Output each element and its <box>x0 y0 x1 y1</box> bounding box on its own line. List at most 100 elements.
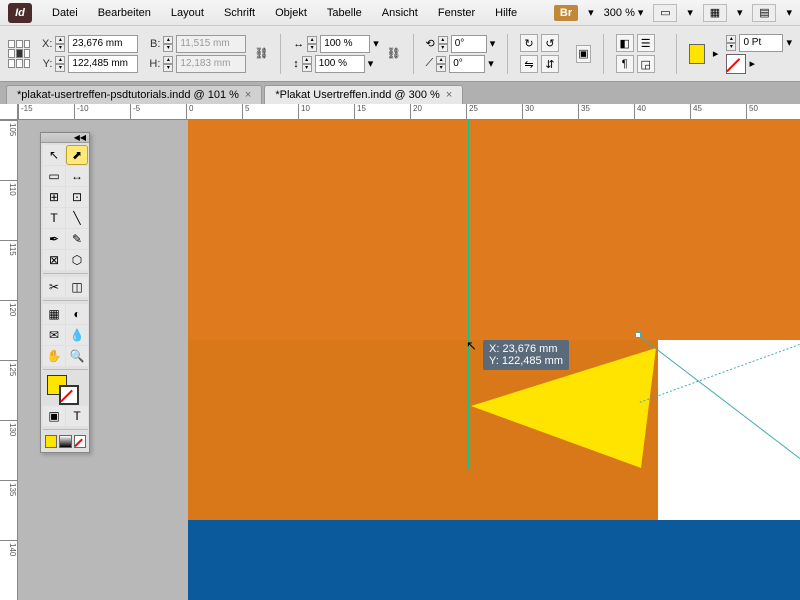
type-tool[interactable]: T <box>43 208 65 228</box>
chevron-down-icon[interactable]: ▾ <box>490 37 496 50</box>
content-collector-tool[interactable]: ⊞ <box>43 187 65 207</box>
gradient-feather-tool[interactable]: ◐ <box>66 304 88 324</box>
selection-handle[interactable] <box>635 332 641 338</box>
zoom-level-dropdown[interactable]: 300 % ▾ <box>604 6 644 19</box>
menu-view[interactable]: Ansicht <box>372 3 428 23</box>
chevron-down-icon[interactable]: ▾ <box>786 6 792 19</box>
gradient-swatch-tool[interactable]: ▦ <box>43 304 65 324</box>
document-tab[interactable]: *Plakat Usertreffen.indd @ 300 % × <box>264 85 463 104</box>
formatting-text-icon[interactable]: T <box>66 406 88 426</box>
line-tool[interactable]: ╲ <box>66 208 88 228</box>
chevron-right-icon[interactable]: ▸ <box>749 57 755 70</box>
tab-label: *plakat-usertreffen-psdtutorials.indd @ … <box>17 89 239 101</box>
horizontal-ruler[interactable]: -15-10-505101520253035404550 <box>18 104 800 120</box>
ruler-origin[interactable] <box>0 104 18 120</box>
flip-horizontal-icon[interactable]: ⇋ <box>520 55 538 73</box>
selection-tool[interactable]: ↖ <box>43 145 65 165</box>
height-input[interactable] <box>176 55 246 73</box>
gap-tool[interactable]: ↔ <box>66 166 88 186</box>
width-input[interactable] <box>176 35 246 53</box>
pathfinder-icon[interactable]: ◧ <box>616 34 634 52</box>
note-tool[interactable]: ✉ <box>43 325 65 345</box>
menu-window[interactable]: Fenster <box>428 3 485 23</box>
chevron-down-icon[interactable]: ▾ <box>588 6 594 19</box>
x-spinner[interactable]: ▴▾ <box>55 36 65 52</box>
height-spinner[interactable]: ▴▾ <box>163 56 173 72</box>
close-icon[interactable]: × <box>446 89 452 101</box>
ruler-tick: 25 <box>466 104 478 119</box>
orange-rectangle-top[interactable] <box>188 120 800 340</box>
zoom-tool[interactable]: 🔍 <box>66 346 88 366</box>
shear-angle-input[interactable] <box>449 55 485 73</box>
scissors-tool[interactable]: ✂ <box>43 277 65 297</box>
scale-x-spinner[interactable]: ▴▾ <box>307 36 317 52</box>
chevron-right-icon[interactable]: ▸ <box>713 47 719 60</box>
page-tool[interactable]: ▭ <box>43 166 65 186</box>
reference-point-proxy[interactable] <box>8 40 30 68</box>
scale-y-input[interactable] <box>315 55 365 73</box>
vertical-guide[interactable] <box>468 120 469 470</box>
rotate-spinner[interactable]: ▴▾ <box>438 36 448 52</box>
formatting-container-icon[interactable]: ▣ <box>43 406 65 426</box>
rotation-angle-input[interactable] <box>451 35 487 53</box>
menu-edit[interactable]: Bearbeiten <box>88 3 161 23</box>
pen-tool[interactable]: ✒ <box>43 229 65 249</box>
pencil-tool[interactable]: ✎ <box>66 229 88 249</box>
bridge-button[interactable]: Br <box>554 5 578 21</box>
screen-mode-button[interactable]: ▭ <box>653 4 677 22</box>
rotate-90-cw-icon[interactable]: ↻ <box>520 34 538 52</box>
fill-color-swatch[interactable] <box>689 44 705 64</box>
constrain-scale-icon[interactable]: ⛓ <box>387 47 401 60</box>
menu-help[interactable]: Hilfe <box>485 3 527 23</box>
scale-y-spinner[interactable]: ▴▾ <box>302 56 312 72</box>
constrain-proportions-icon[interactable]: ⛓ <box>254 47 268 60</box>
align-icon[interactable]: ☰ <box>637 34 655 52</box>
y-position-input[interactable] <box>68 55 138 73</box>
menu-table[interactable]: Tabelle <box>317 3 372 23</box>
chevron-down-icon[interactable]: ▾ <box>488 57 494 70</box>
y-spinner[interactable]: ▴▾ <box>55 56 65 72</box>
fill-stroke-proxy[interactable] <box>43 373 88 405</box>
menu-object[interactable]: Objekt <box>265 3 317 23</box>
rectangle-frame-tool[interactable]: ⊠ <box>43 250 65 270</box>
document-tab[interactable]: *plakat-usertreffen-psdtutorials.indd @ … <box>6 85 262 104</box>
stroke-weight-input[interactable] <box>739 34 783 52</box>
stroke-swatch[interactable] <box>59 385 79 405</box>
direct-selection-tool[interactable]: ⬈ <box>66 145 88 165</box>
shear-spinner[interactable]: ▴▾ <box>436 56 446 72</box>
width-spinner[interactable]: ▴▾ <box>163 36 173 52</box>
select-container-icon[interactable]: ▣ <box>576 45 591 63</box>
rotate-90-ccw-icon[interactable]: ↺ <box>541 34 559 52</box>
chevron-down-icon[interactable]: ▾ <box>687 6 693 19</box>
chevron-down-icon[interactable]: ▾ <box>737 6 743 19</box>
scale-x-input[interactable] <box>320 35 370 53</box>
workspace-button[interactable]: ▤ <box>752 4 776 22</box>
menu-layout[interactable]: Layout <box>161 3 214 23</box>
apply-gradient-icon[interactable] <box>59 435 71 448</box>
menu-type[interactable]: Schrift <box>214 3 265 23</box>
apply-color-icon[interactable] <box>45 435 57 448</box>
stroke-color-swatch[interactable] <box>726 54 746 74</box>
chevron-down-icon[interactable]: ▾ <box>368 57 374 70</box>
eyedropper-tool[interactable]: 💧 <box>66 325 88 345</box>
text-wrap-icon[interactable]: ¶ <box>616 55 634 73</box>
flip-vertical-icon[interactable]: ⇵ <box>541 55 559 73</box>
free-transform-tool[interactable]: ◫ <box>66 277 88 297</box>
hand-tool[interactable]: ✋ <box>43 346 65 366</box>
vertical-ruler[interactable]: 105110115120125130135140 <box>0 120 18 600</box>
arrange-button[interactable]: ▦ <box>703 4 727 22</box>
x-position-input[interactable] <box>68 35 138 53</box>
document-canvas[interactable]: ↖ X: 23,676 mm Y: 122,485 mm <box>18 120 800 600</box>
chevron-down-icon[interactable]: ▾ <box>373 37 379 50</box>
content-placer-tool[interactable]: ⊡ <box>66 187 88 207</box>
corner-options-icon[interactable]: ◲ <box>637 55 655 73</box>
menu-file[interactable]: Datei <box>42 3 88 23</box>
blue-rectangle[interactable] <box>188 520 800 600</box>
stroke-weight-spinner[interactable]: ▴▾ <box>726 35 736 51</box>
collapse-icon[interactable]: ◀◀ <box>74 133 86 142</box>
close-icon[interactable]: × <box>245 89 251 101</box>
rectangle-tool[interactable]: ⬡ <box>66 250 88 270</box>
chevron-down-icon[interactable]: ▾ <box>786 36 792 49</box>
panel-header[interactable]: ◀◀ <box>41 133 89 143</box>
apply-none-icon[interactable] <box>74 435 86 448</box>
